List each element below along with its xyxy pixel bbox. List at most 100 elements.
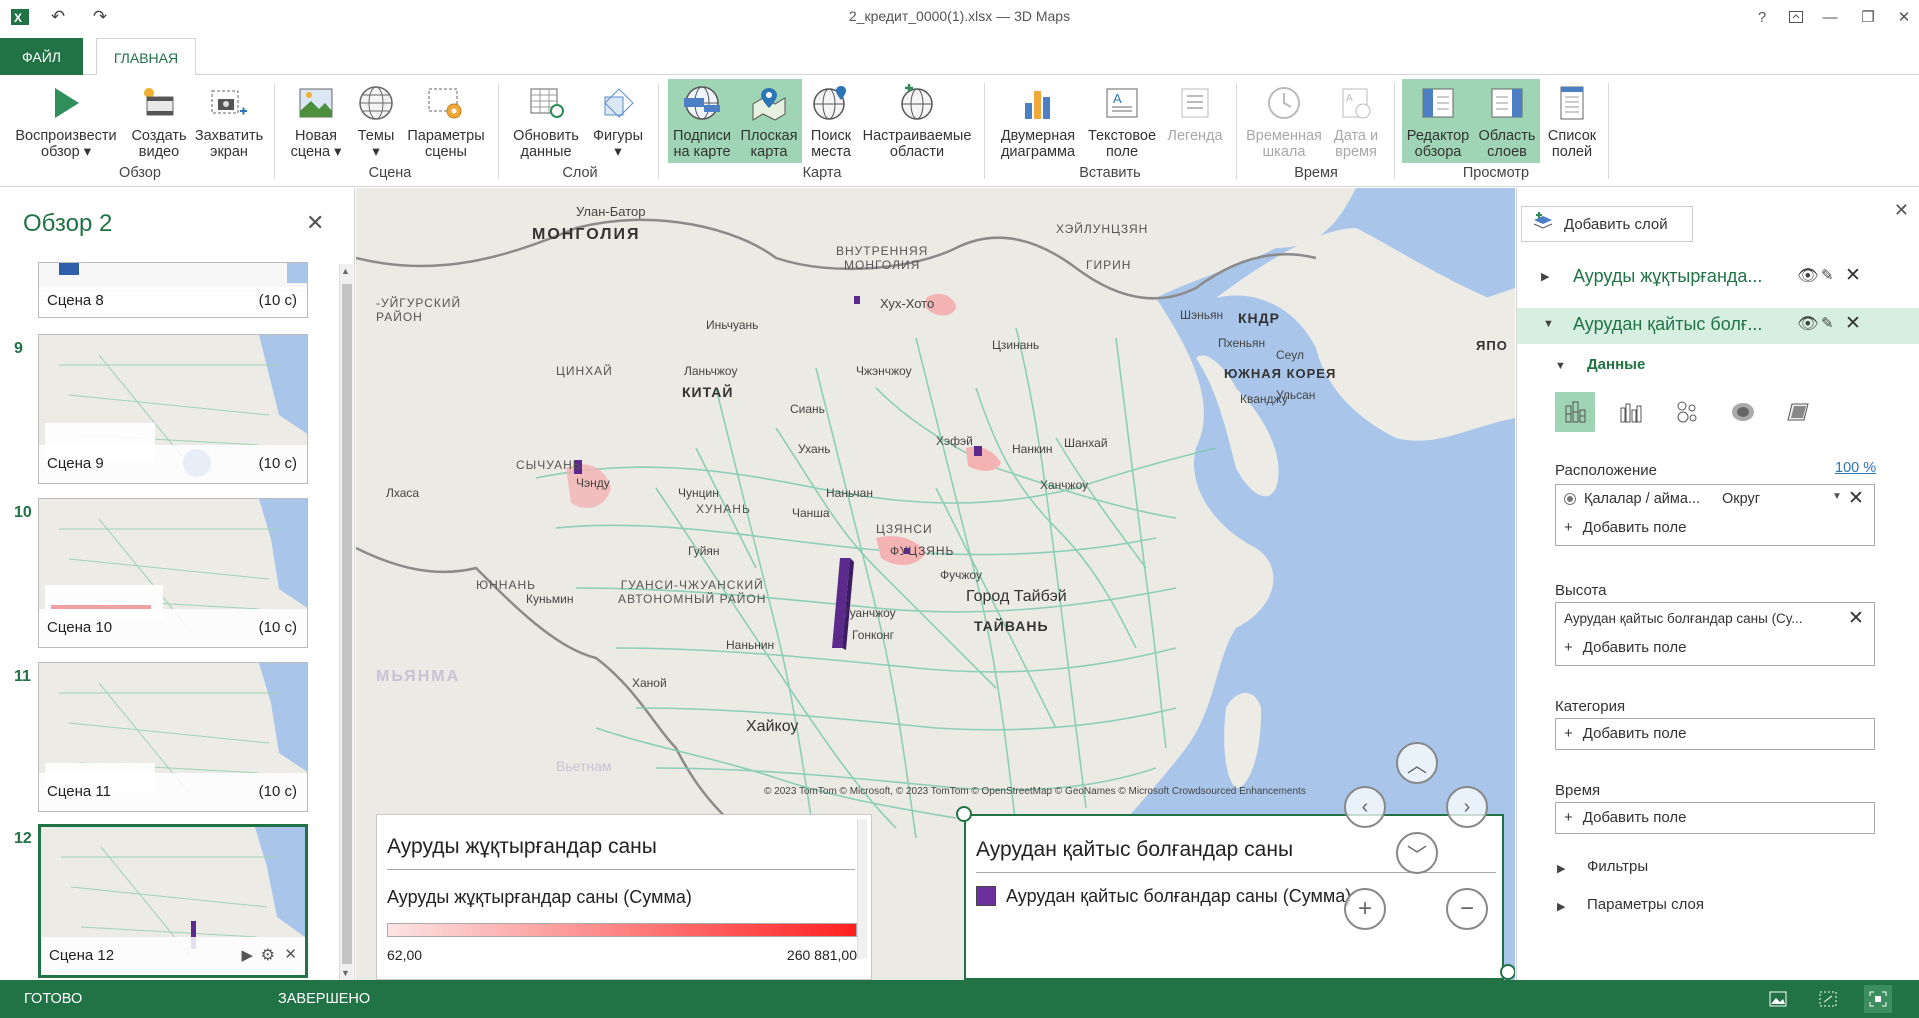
field-list-button[interactable]: Список полей bbox=[1542, 79, 1602, 163]
bubble-icon[interactable] bbox=[1667, 392, 1707, 432]
add-field-button[interactable]: + Добавить поле bbox=[1564, 519, 1686, 536]
tilt-up-icon[interactable]: ︿ bbox=[1396, 742, 1438, 784]
collapse-icon[interactable]: ▼ bbox=[1555, 360, 1566, 372]
themes-button[interactable]: Темы ▾ bbox=[352, 79, 400, 163]
map-label: Ухань bbox=[798, 442, 831, 456]
date-time-button[interactable]: A Дата и время bbox=[1326, 79, 1386, 163]
visibility-eye-icon[interactable]: 👁 bbox=[1797, 266, 1819, 286]
help-button[interactable]: ? bbox=[1750, 6, 1774, 28]
filters-section[interactable]: Фильтры bbox=[1587, 858, 1648, 875]
zoom-out-icon[interactable]: − bbox=[1446, 888, 1488, 930]
scene-thumbnail-12[interactable]: Сцена 12 ▶ ⚙ ✕ bbox=[38, 824, 308, 978]
zoom-in-icon[interactable]: + bbox=[1344, 888, 1386, 930]
close-icon[interactable]: ✕ bbox=[1892, 6, 1916, 28]
close-tour-panel-icon[interactable]: ✕ bbox=[306, 210, 324, 236]
tour-editor-button[interactable]: Редактор обзора bbox=[1402, 79, 1474, 163]
add-field-button[interactable]: + Добавить поле bbox=[1564, 639, 1686, 656]
add-field-button[interactable]: + Добавить поле bbox=[1564, 809, 1686, 826]
map-label: ФУЦЗЯНЬ bbox=[890, 544, 955, 558]
map-labels-button[interactable]: Подписи на карте bbox=[668, 79, 736, 163]
bar-chart-icon bbox=[1016, 81, 1060, 125]
capture-screen-button[interactable]: Захватить экран bbox=[194, 79, 264, 163]
custom-regions-button[interactable]: Настраиваемые области bbox=[860, 79, 974, 163]
flat-map-button[interactable]: Плоская карта bbox=[736, 79, 802, 163]
text-box-icon: A bbox=[1100, 81, 1144, 125]
find-location-button[interactable]: Поиск места bbox=[804, 79, 858, 163]
2d-chart-button[interactable]: Двумерная диаграмма bbox=[994, 79, 1082, 163]
expand-icon[interactable]: ▶ bbox=[1557, 862, 1565, 875]
layer-row-1[interactable]: ▶ Ауруды жұқтырғанда... 👁 ✎ ✕ bbox=[1517, 260, 1919, 296]
scene-thumbnail-11[interactable]: Сцена 11 (10 с) bbox=[38, 662, 308, 812]
timeline-button[interactable]: Временная шкала bbox=[1244, 79, 1324, 163]
scene-thumbnail-10[interactable]: Сцена 10 (10 с) bbox=[38, 498, 308, 648]
field-list-icon bbox=[1550, 81, 1594, 125]
layer-row-2[interactable]: ▼ Аурудан қайтыс болғ... 👁 ✎ ✕ bbox=[1517, 308, 1919, 344]
radio-icon[interactable] bbox=[1564, 493, 1576, 505]
resize-handle[interactable] bbox=[956, 806, 972, 822]
minimize-icon[interactable]: — bbox=[1818, 6, 1842, 28]
tilt-down-icon[interactable]: ﹀ bbox=[1396, 832, 1438, 874]
legend-title: Ауруды жұқтырғандар саны bbox=[387, 835, 657, 858]
close-layer-pane-icon[interactable]: ✕ bbox=[1894, 200, 1909, 221]
fit-screen-icon[interactable] bbox=[1814, 985, 1842, 1013]
location-type-select[interactable]: Округ bbox=[1722, 491, 1760, 507]
scroll-down-icon[interactable]: ▼ bbox=[341, 968, 350, 978]
map-label: Пхеньян bbox=[1218, 336, 1266, 350]
full-screen-icon[interactable] bbox=[1864, 985, 1892, 1013]
legend-button[interactable]: Легенда bbox=[1162, 79, 1228, 163]
stacked-column-icon[interactable] bbox=[1555, 392, 1595, 432]
collapse-icon[interactable]: ▼ bbox=[1543, 318, 1554, 330]
dropdown-arrow-icon[interactable]: ▼ bbox=[1832, 491, 1842, 502]
expand-icon[interactable]: ▶ bbox=[1541, 270, 1549, 283]
rotate-left-icon[interactable]: ‹ bbox=[1344, 786, 1386, 828]
region-icon[interactable] bbox=[1779, 392, 1819, 432]
clustered-column-icon[interactable] bbox=[1611, 392, 1651, 432]
layer-pane-button[interactable]: Область слоев bbox=[1474, 79, 1540, 163]
expand-icon[interactable]: ▶ bbox=[1557, 900, 1565, 913]
scene-thumbnail-8[interactable]: Сцена 8 (10 с) bbox=[38, 262, 308, 318]
play-scene-icon[interactable]: ▶ bbox=[241, 946, 253, 964]
legend-scrollbar[interactable] bbox=[857, 819, 867, 959]
delete-layer-icon[interactable]: ✕ bbox=[1845, 312, 1861, 335]
shapes-button[interactable]: Фигуры ▾ bbox=[590, 79, 646, 163]
tab-home[interactable]: ГЛАВНАЯ bbox=[96, 38, 196, 76]
scene-thumbnail-9[interactable]: Сцена 9 (10 с) bbox=[38, 334, 308, 484]
delete-scene-icon[interactable]: ✕ bbox=[284, 945, 297, 963]
delete-layer-icon[interactable]: ✕ bbox=[1845, 264, 1861, 287]
layer-name[interactable]: Ауруды жұқтырғанда... bbox=[1573, 266, 1762, 287]
create-video-button[interactable]: Создать видео bbox=[126, 79, 192, 163]
play-tour-button[interactable]: Воспроизвести обзор ▾ bbox=[10, 79, 122, 163]
layer-options-section[interactable]: Параметры слоя bbox=[1587, 896, 1704, 913]
refresh-data-icon bbox=[524, 81, 568, 125]
add-field-button[interactable]: + Добавить поле bbox=[1564, 725, 1686, 742]
remove-field-icon[interactable]: ✕ bbox=[1848, 487, 1864, 510]
map-canvas[interactable]: Улан-Батор МОНГОЛИЯ ВНУТРЕННЯЯ МОНГОЛИЯ Х… bbox=[356, 188, 1515, 980]
rotate-right-icon[interactable]: › bbox=[1446, 786, 1488, 828]
tour-scrollbar[interactable]: ▲ ▼ bbox=[339, 264, 353, 980]
heat-map-icon[interactable] bbox=[1723, 392, 1763, 432]
scrollbar-thumb[interactable] bbox=[342, 284, 352, 964]
remove-field-icon[interactable]: ✕ bbox=[1848, 607, 1864, 630]
group-separator bbox=[1236, 83, 1237, 179]
text-box-button[interactable]: A Текстовое поле bbox=[1084, 79, 1160, 163]
resize-handle[interactable] bbox=[1500, 964, 1515, 980]
map-label: ТАЙВАНЬ bbox=[974, 618, 1049, 634]
refresh-data-button[interactable]: Обновить данные bbox=[508, 79, 584, 163]
scene-view-icon[interactable] bbox=[1764, 985, 1792, 1013]
new-scene-button[interactable]: Новая сцена ▾ bbox=[286, 79, 346, 163]
edit-pencil-icon[interactable]: ✎ bbox=[1821, 266, 1834, 284]
restore-icon[interactable]: ❐ bbox=[1856, 6, 1880, 28]
scroll-up-icon[interactable]: ▲ bbox=[341, 266, 350, 276]
scene-options-gear-icon[interactable]: ⚙ bbox=[261, 945, 275, 965]
scene-options-button[interactable]: Параметры сцены bbox=[404, 79, 488, 163]
legend-infected[interactable]: Ауруды жұқтырғандар саны Ауруды жұқтырға… bbox=[376, 814, 872, 980]
edit-pencil-icon[interactable]: ✎ bbox=[1821, 314, 1834, 332]
visibility-eye-icon[interactable]: 👁 bbox=[1797, 314, 1819, 334]
tab-file[interactable]: ФАЙЛ bbox=[0, 38, 83, 75]
add-layer-button[interactable]: Добавить слой bbox=[1521, 206, 1693, 242]
layer-name[interactable]: Аурудан қайтыс болғ... bbox=[1573, 314, 1762, 335]
ribbon-display-options-icon[interactable] bbox=[1784, 6, 1808, 28]
legend-series-label: Ауруды жұқтырғандар саны (Сумма) bbox=[387, 887, 692, 907]
map-label: Хэфэй bbox=[936, 434, 973, 448]
location-percent-link[interactable]: 100 % bbox=[1835, 460, 1876, 476]
